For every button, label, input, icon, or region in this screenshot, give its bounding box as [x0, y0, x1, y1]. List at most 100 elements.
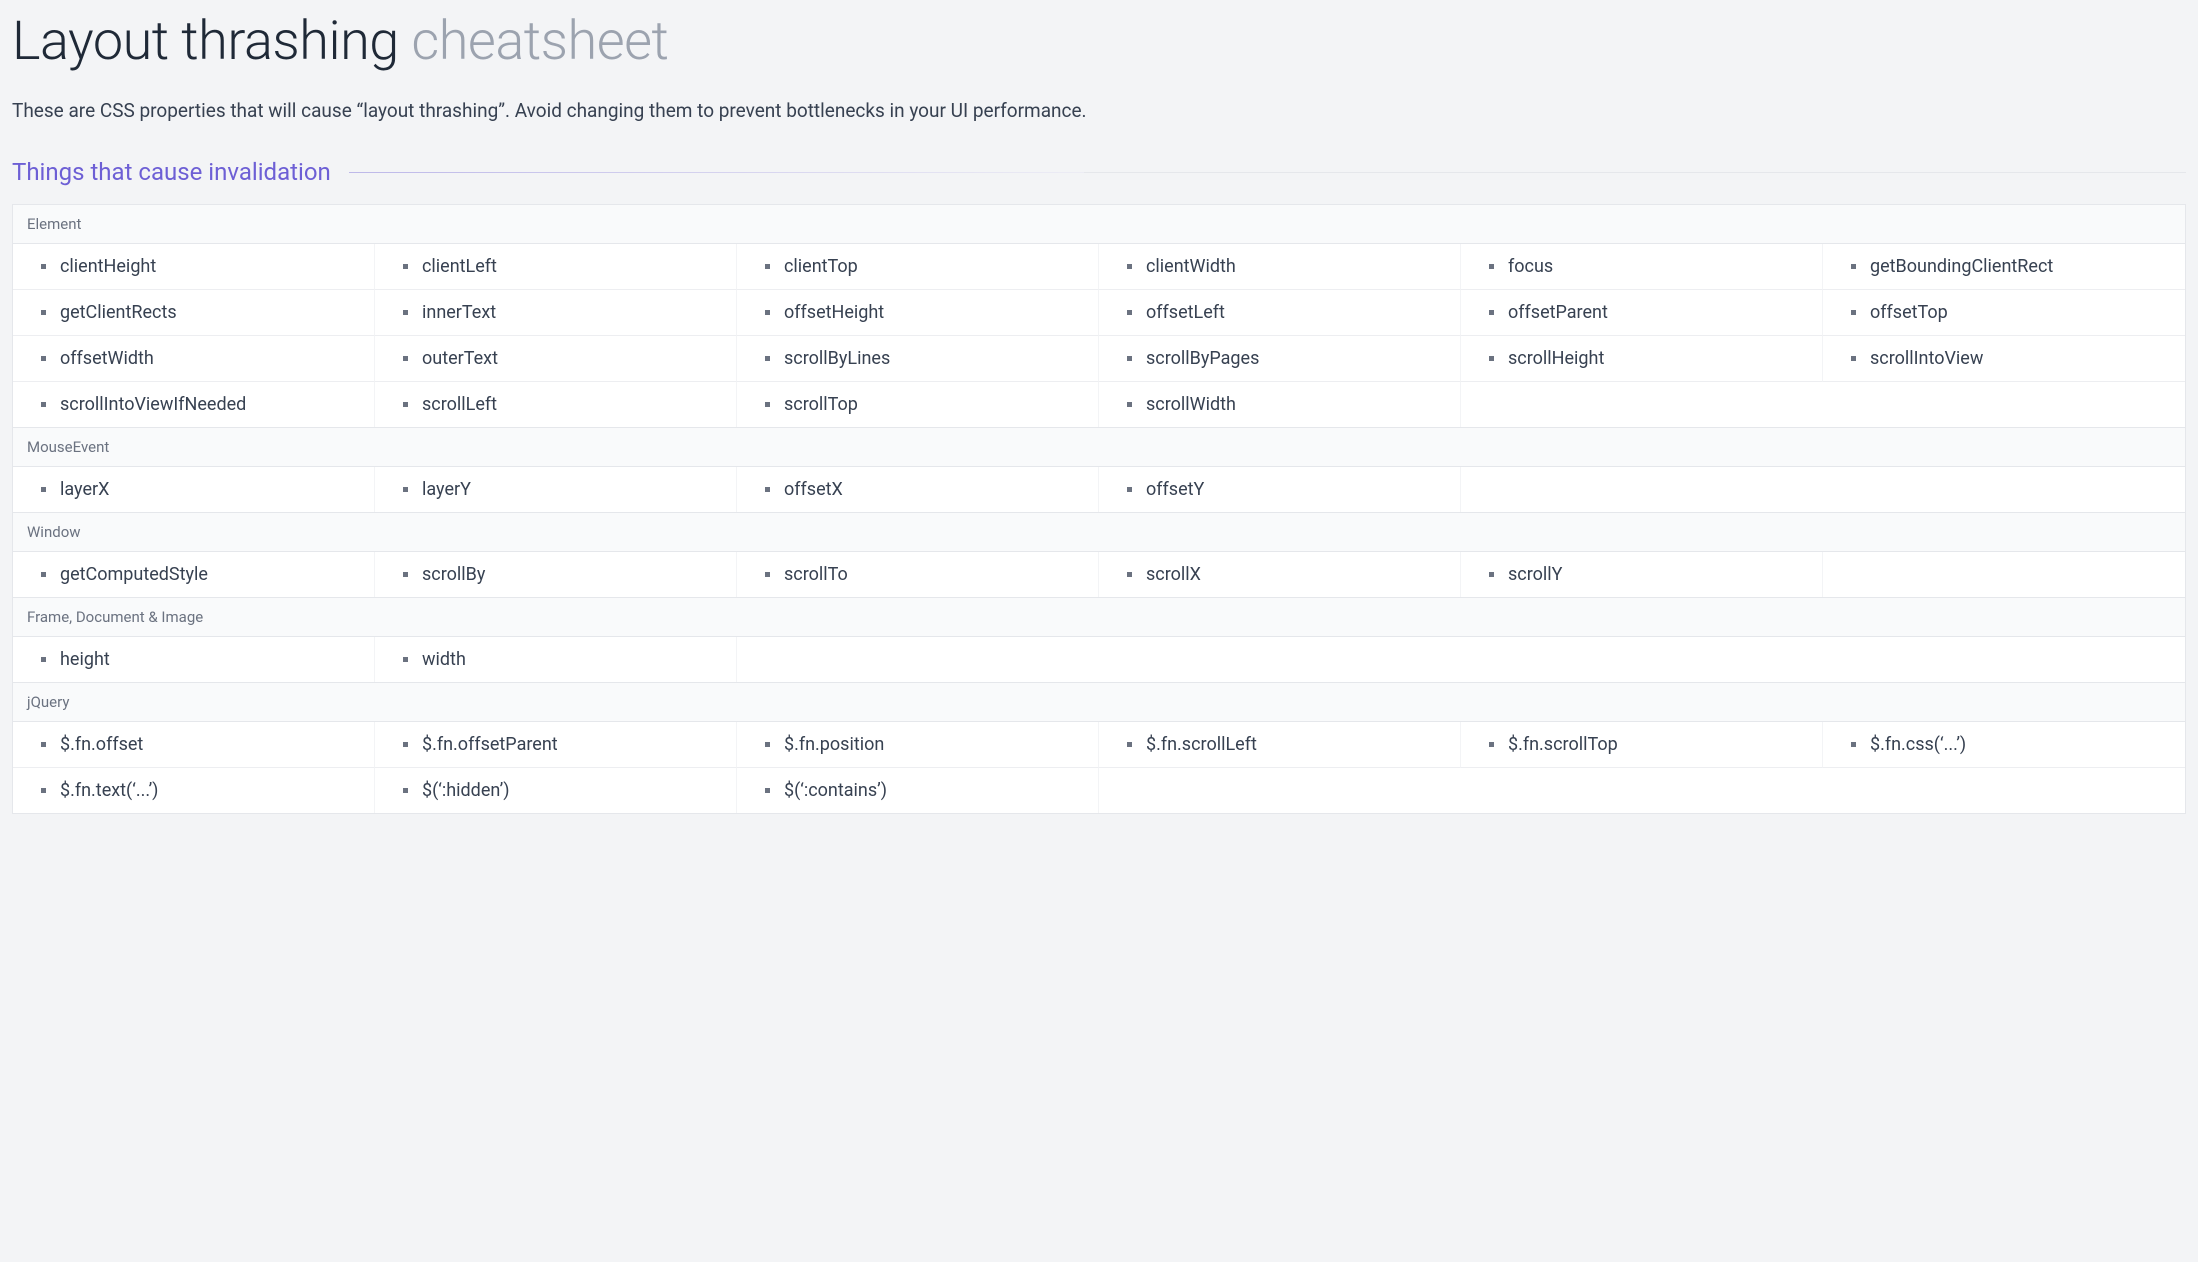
bullet-icon	[1851, 264, 1856, 269]
bullet-icon	[1127, 356, 1132, 361]
list-item: focus	[1461, 244, 1823, 290]
bullet-icon	[765, 264, 770, 269]
list-item-label: $.fn.scrollTop	[1508, 734, 1618, 755]
bullet-icon	[41, 402, 46, 407]
list-item-label: innerText	[422, 302, 496, 323]
list-item-label: focus	[1508, 256, 1553, 277]
bullet-icon	[1489, 310, 1494, 315]
bullet-icon	[765, 788, 770, 793]
list-item: layerX	[13, 467, 375, 512]
bullet-icon	[1127, 572, 1132, 577]
list-item: scrollBy	[375, 552, 737, 597]
bullet-icon	[765, 487, 770, 492]
list-item: $.fn.scrollLeft	[1099, 722, 1461, 768]
list-item: $.fn.offsetParent	[375, 722, 737, 768]
list-item-label: $(‘:contains’)	[784, 780, 887, 801]
list-item: getComputedStyle	[13, 552, 375, 597]
list-item-label: offsetWidth	[60, 348, 154, 369]
bullet-icon	[41, 572, 46, 577]
list-item-label: scrollHeight	[1508, 348, 1604, 369]
list-item-label: scrollByLines	[784, 348, 890, 369]
list-item: innerText	[375, 290, 737, 336]
list-item-label: offsetY	[1146, 479, 1204, 500]
bullet-icon	[1489, 742, 1494, 747]
list-item-label: getComputedStyle	[60, 564, 208, 585]
bullet-icon	[765, 310, 770, 315]
list-item: offsetHeight	[737, 290, 1099, 336]
list-item-label: scrollLeft	[422, 394, 497, 415]
bullet-icon	[41, 310, 46, 315]
bullet-icon	[1127, 402, 1132, 407]
list-item: clientLeft	[375, 244, 737, 290]
title-suffix: cheatsheet	[411, 10, 668, 73]
bullet-icon	[41, 788, 46, 793]
bullet-icon	[403, 356, 408, 361]
list-item-label: $.fn.css(‘...’)	[1870, 734, 1966, 755]
list-item: clientHeight	[13, 244, 375, 290]
list-item-label: scrollIntoViewIfNeeded	[60, 394, 246, 415]
bullet-icon	[41, 657, 46, 662]
list-item: $.fn.scrollTop	[1461, 722, 1823, 768]
list-item: clientTop	[737, 244, 1099, 290]
list-item: scrollIntoViewIfNeeded	[13, 382, 375, 427]
list-item: clientWidth	[1099, 244, 1461, 290]
bullet-icon	[1851, 356, 1856, 361]
list-item-label: getBoundingClientRect	[1870, 256, 2053, 277]
list-item-label: $.fn.position	[784, 734, 884, 755]
bullet-icon	[1851, 742, 1856, 747]
group-header: MouseEvent	[13, 427, 2185, 467]
list-item: scrollY	[1461, 552, 1823, 597]
list-item-label: scrollTo	[784, 564, 848, 585]
list-item: scrollWidth	[1099, 382, 1461, 427]
bullet-icon	[1127, 264, 1132, 269]
bullet-icon	[41, 487, 46, 492]
bullet-icon	[41, 264, 46, 269]
list-item: offsetParent	[1461, 290, 1823, 336]
list-item: height	[13, 637, 375, 682]
group-grid: layerX layerY offsetX offsetY	[13, 467, 2185, 512]
bullet-icon	[765, 356, 770, 361]
bullet-icon	[1127, 742, 1132, 747]
list-item: width	[375, 637, 737, 682]
list-item: $.fn.css(‘...’)	[1823, 722, 2185, 768]
list-item-label: offsetParent	[1508, 302, 1608, 323]
bullet-icon	[403, 657, 408, 662]
list-item: layerY	[375, 467, 737, 512]
list-item: $.fn.text(‘...’)	[13, 768, 375, 813]
list-item-label: offsetX	[784, 479, 843, 500]
bullet-icon	[41, 356, 46, 361]
section-heading-rule	[349, 172, 2186, 173]
list-item-label: $.fn.text(‘...’)	[60, 780, 158, 801]
list-item: scrollIntoView	[1823, 336, 2185, 382]
list-item-label: $.fn.scrollLeft	[1146, 734, 1257, 755]
list-item: scrollTop	[737, 382, 1099, 427]
bullet-icon	[403, 487, 408, 492]
intro-text: These are CSS properties that will cause…	[12, 99, 2186, 122]
list-item: $.fn.position	[737, 722, 1099, 768]
title-main: Layout thrashing	[12, 10, 399, 73]
list-item-label: clientTop	[784, 256, 858, 277]
list-item: scrollLeft	[375, 382, 737, 427]
group-header: Element	[13, 205, 2185, 244]
bullet-icon	[765, 742, 770, 747]
list-item-label: $(‘:hidden’)	[422, 780, 510, 801]
list-item: outerText	[375, 336, 737, 382]
list-item-label: clientHeight	[60, 256, 156, 277]
bullet-icon	[403, 402, 408, 407]
list-item-label: scrollIntoView	[1870, 348, 1983, 369]
bullet-icon	[1489, 572, 1494, 577]
list-item-label: $.fn.offset	[60, 734, 143, 755]
list-item-label: offsetTop	[1870, 302, 1948, 323]
list-item-label: scrollX	[1146, 564, 1201, 585]
list-item-label: scrollByPages	[1146, 348, 1259, 369]
list-item: offsetY	[1099, 467, 1461, 512]
group-header: jQuery	[13, 682, 2185, 722]
list-item-label: scrollY	[1508, 564, 1562, 585]
bullet-icon	[403, 310, 408, 315]
group-header: Frame, Document & Image	[13, 597, 2185, 637]
list-item-label: scrollTop	[784, 394, 858, 415]
cheatsheet-page: Layout thrashing cheatsheet These are CS…	[0, 0, 2198, 838]
bullet-icon	[1489, 356, 1494, 361]
list-item-label: layerY	[422, 479, 471, 500]
bullet-icon	[403, 572, 408, 577]
